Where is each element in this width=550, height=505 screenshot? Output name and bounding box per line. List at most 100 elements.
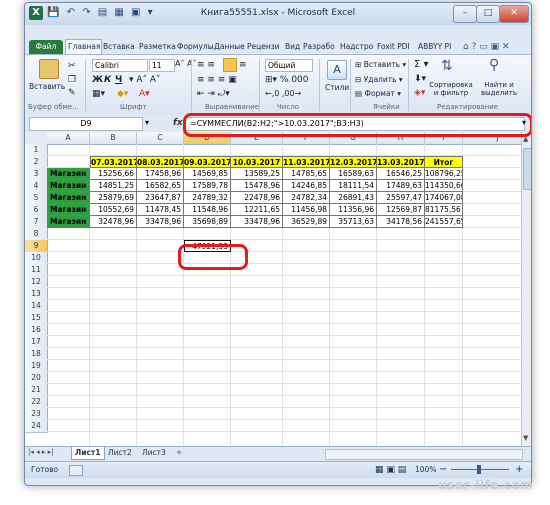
tab-insert[interactable]: Вставка xyxy=(103,40,135,54)
scroll-thumb[interactable] xyxy=(523,148,531,190)
format-painter-icon[interactable]: ✎ xyxy=(68,88,76,98)
date-header-cell[interactable]: 10.03.2017 xyxy=(231,156,283,168)
tab-addins[interactable]: Надстро xyxy=(340,40,373,54)
copy-icon[interactable]: ❐ xyxy=(68,75,76,85)
sheet-tab-2[interactable]: Лист2 xyxy=(105,447,135,459)
sheet-tab-3[interactable]: Лист3 xyxy=(139,447,169,459)
styles-button[interactable]: Стили xyxy=(325,83,349,92)
shop-name-cell[interactable]: Магазин 3 xyxy=(47,192,90,204)
value-cell[interactable]: 34178,56 xyxy=(377,216,425,228)
zoom-out-button[interactable]: − xyxy=(439,462,447,478)
date-header-cell[interactable]: 13.03.2017 xyxy=(377,156,425,168)
tab-page-layout[interactable]: Разметка xyxy=(139,40,176,54)
new-sheet-icon[interactable]: ✧ xyxy=(173,447,185,459)
value-cell[interactable]: 241557,65 xyxy=(425,216,463,228)
value-cell[interactable]: 15478,96 xyxy=(231,180,283,192)
value-cell[interactable]: 17589,78 xyxy=(184,180,231,192)
value-cell[interactable]: 114350,66 xyxy=(425,180,463,192)
shop-name-cell[interactable]: Магазин 1 xyxy=(47,168,90,180)
grow-font-icon[interactable]: A˄ A˅ xyxy=(175,59,197,68)
font-color-icon[interactable]: A▾ xyxy=(139,89,150,99)
styles-icon[interactable]: A xyxy=(327,60,347,80)
value-cell[interactable]: 25879,69 xyxy=(90,192,137,204)
value-cell[interactable]: 11478,45 xyxy=(137,204,184,216)
currency-icon[interactable]: ⊞▾ % 000 xyxy=(265,75,309,85)
tab-view[interactable]: Вид xyxy=(285,40,300,54)
value-cell[interactable]: 16546,25 xyxy=(377,168,425,180)
borders-icon[interactable]: ▦▾ xyxy=(92,89,105,99)
font-controls-icon[interactable]: ▾ A˄ A˅ xyxy=(129,75,161,85)
value-cell[interactable]: 10552,69 xyxy=(90,204,137,216)
value-cell[interactable]: 11356,96 xyxy=(330,204,377,216)
value-cell[interactable]: 12569,87 xyxy=(377,204,425,216)
name-box[interactable]: D9 xyxy=(29,117,143,131)
column-header-B[interactable]: B xyxy=(90,132,137,145)
date-header-cell[interactable]: 08.03.2017 xyxy=(137,156,184,168)
find-select-icon[interactable]: ⚲ xyxy=(489,57,499,73)
tab-formulas[interactable]: Формулы xyxy=(177,40,214,54)
sort-filter-icon[interactable]: ⇅ xyxy=(441,58,453,74)
vertical-scrollbar[interactable]: ▲ ▼ xyxy=(521,132,531,446)
insert-cells-button[interactable]: ⊞ Вставить ▾ xyxy=(355,60,406,69)
insert-function-icon[interactable]: fx xyxy=(173,118,183,128)
value-cell[interactable]: 14246,85 xyxy=(283,180,330,192)
maximize-button[interactable]: □ xyxy=(476,5,500,23)
help-icon[interactable]: ⌂ ? ▭ ▣ ✕ xyxy=(463,40,509,54)
tab-data[interactable]: Данные xyxy=(214,40,245,54)
value-cell[interactable]: 17458,96 xyxy=(137,168,184,180)
tab-file[interactable]: Файл xyxy=(29,40,63,54)
value-cell[interactable]: 35698,89 xyxy=(184,216,231,228)
value-cell[interactable]: 15256,66 xyxy=(90,168,137,180)
date-header-cell[interactable]: 12.03.2017 xyxy=(330,156,377,168)
sheet-nav-icon[interactable]: |◂ ◂ ▸ ▸| xyxy=(28,448,53,456)
value-cell[interactable]: 16582,65 xyxy=(137,180,184,192)
align-middle-icon[interactable] xyxy=(223,58,237,72)
value-cell[interactable]: 12211,65 xyxy=(231,204,283,216)
date-header-cell[interactable]: 07.03.2017 xyxy=(90,156,137,168)
value-cell[interactable]: 32478,96 xyxy=(90,216,137,228)
value-cell[interactable]: 24782,34 xyxy=(283,192,330,204)
value-cell[interactable]: 81175,56 xyxy=(425,204,463,216)
font-name-select[interactable]: Calibri xyxy=(92,59,148,72)
date-header-cell[interactable]: Итог xyxy=(425,156,463,168)
value-cell[interactable]: 108796,25 xyxy=(425,168,463,180)
zoom-in-button[interactable]: + xyxy=(515,462,523,478)
wrap-text-icon[interactable]: ≡ xyxy=(239,60,247,70)
minimize-button[interactable]: – xyxy=(453,5,477,23)
date-header-cell[interactable]: 11.03.2017 xyxy=(283,156,330,168)
align-left-icon[interactable]: ≡ ≡ ≡ ▣ xyxy=(197,75,237,85)
value-cell[interactable]: 36529,89 xyxy=(283,216,330,228)
tab-review[interactable]: Рецензи xyxy=(247,40,280,54)
zoom-slider-thumb[interactable] xyxy=(477,465,481,474)
indent-icon[interactable]: ⇤ ⇥ ⤾▾ xyxy=(197,89,230,99)
value-cell[interactable]: 14851,25 xyxy=(90,180,137,192)
clear-icon[interactable]: ◈▾ xyxy=(414,88,425,98)
view-buttons-icon[interactable]: ▦ ▣ ▤ xyxy=(375,462,406,478)
macro-record-icon[interactable] xyxy=(69,465,83,476)
underline-button[interactable]: Ч xyxy=(115,75,122,85)
close-button[interactable]: ✕ xyxy=(499,5,529,23)
paste-button[interactable]: Вставить xyxy=(29,82,65,91)
value-cell[interactable]: 33478,96 xyxy=(137,216,184,228)
horizontal-scrollbar[interactable] xyxy=(325,449,523,460)
row-header-24[interactable]: 24 xyxy=(25,420,48,433)
align-top-icon[interactable]: ≡ ≡ xyxy=(197,60,215,70)
cut-icon[interactable]: ✂ xyxy=(68,61,76,71)
scroll-down-icon[interactable]: ▼ xyxy=(523,434,528,442)
fill-icon[interactable]: ⬇▾ xyxy=(414,74,426,84)
value-cell[interactable]: 14569,85 xyxy=(184,168,231,180)
value-cell[interactable]: 23647,87 xyxy=(137,192,184,204)
zoom-level[interactable]: 100% xyxy=(415,462,436,478)
paste-icon[interactable] xyxy=(39,59,59,79)
number-format-select[interactable]: Общий xyxy=(265,59,313,72)
find-select-button[interactable]: Найти и выделить xyxy=(477,81,521,97)
value-cell[interactable]: 26891,43 xyxy=(330,192,377,204)
value-cell[interactable]: 22478,96 xyxy=(231,192,283,204)
value-cell[interactable]: 33478,96 xyxy=(231,216,283,228)
fill-color-icon[interactable]: ◆▾ xyxy=(117,89,128,99)
date-header-cell[interactable]: 09.03.2017 xyxy=(184,156,231,168)
value-cell[interactable]: 17489,63 xyxy=(377,180,425,192)
value-cell[interactable]: 11548,96 xyxy=(184,204,231,216)
font-size-select[interactable]: 11 xyxy=(149,59,175,72)
value-cell[interactable]: 35713,63 xyxy=(330,216,377,228)
